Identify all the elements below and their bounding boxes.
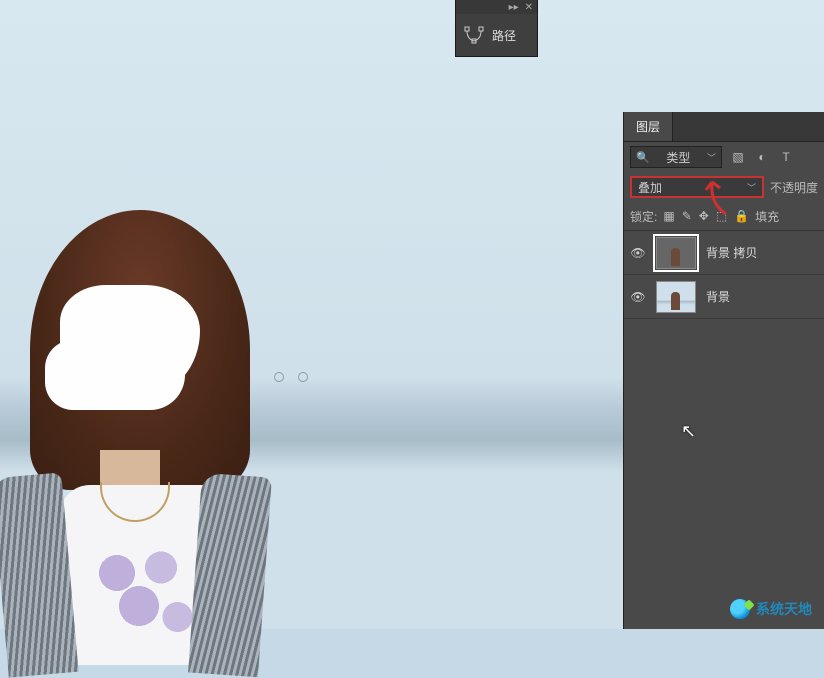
- panel-tabbar: 图层: [624, 112, 824, 142]
- opacity-label: 不透明度: [770, 179, 818, 196]
- lock-all-icon[interactable]: 🔒: [734, 209, 749, 223]
- close-icon[interactable]: ✕: [525, 2, 533, 13]
- layer-filter-row: 🔍 类型 ﹀ ▧ ◐ T: [624, 142, 824, 172]
- paths-panel: ▸▸ ✕ 路径: [455, 0, 538, 57]
- paths-panel-label: 路径: [492, 27, 516, 44]
- photo-subject: [0, 210, 300, 630]
- layers-panel: 图层 🔍 类型 ﹀ ▧ ◐ T 叠加 ﹀ 不透明度 锁定: ▦ ✎ ✥: [623, 112, 824, 629]
- search-icon: 🔍: [636, 151, 650, 164]
- filter-type-icon[interactable]: T: [778, 150, 794, 164]
- filter-type-label: 类型: [666, 149, 690, 166]
- blend-mode-dropdown[interactable]: 叠加 ﹀: [630, 176, 764, 198]
- fill-label: 填充: [755, 208, 779, 225]
- collapse-icon[interactable]: ▸▸: [509, 2, 519, 13]
- pen-path-icon: [464, 26, 484, 44]
- visibility-eye-icon[interactable]: 👁: [630, 246, 646, 260]
- chevron-down-icon: ﹀: [747, 181, 756, 194]
- filter-type-dropdown[interactable]: 🔍 类型 ﹀: [630, 146, 722, 168]
- layer-thumbnail[interactable]: [656, 237, 696, 269]
- lock-artboard-icon[interactable]: ⬚: [716, 209, 727, 223]
- blend-row: 叠加 ﹀ 不透明度: [624, 172, 824, 202]
- lock-transparency-icon[interactable]: ▦: [663, 209, 674, 223]
- visibility-eye-icon[interactable]: 👁: [630, 290, 646, 304]
- layer-thumbnail[interactable]: [656, 281, 696, 313]
- layer-item[interactable]: 👁 背景: [624, 275, 824, 319]
- layer-name[interactable]: 背景 拷贝: [706, 244, 757, 261]
- lock-pixels-icon[interactable]: ✎: [682, 209, 692, 223]
- layer-name[interactable]: 背景: [706, 288, 730, 305]
- layers-tab-label: 图层: [636, 118, 660, 135]
- watermark: 系统天地: [730, 599, 812, 619]
- blend-mode-value: 叠加: [638, 179, 662, 196]
- watermark-logo: [730, 599, 750, 619]
- filter-pixel-icon[interactable]: ▧: [730, 150, 746, 164]
- layer-item[interactable]: 👁 背景 拷贝: [624, 231, 824, 275]
- path-anchor-point[interactable]: [298, 372, 308, 382]
- filter-icons: ▧ ◐ T: [730, 150, 794, 164]
- paths-panel-header[interactable]: ▸▸ ✕: [456, 0, 537, 14]
- layers-list: 👁 背景 拷贝 👁 背景: [624, 230, 824, 319]
- lock-label: 锁定:: [630, 208, 657, 225]
- chevron-down-icon: ﹀: [707, 151, 716, 164]
- watermark-text: 系统天地: [756, 599, 812, 619]
- lock-position-icon[interactable]: ✥: [699, 209, 709, 223]
- lock-row: 锁定: ▦ ✎ ✥ ⬚ 🔒 填充: [624, 202, 824, 230]
- filter-adjustment-icon[interactable]: ◐: [754, 150, 770, 164]
- path-anchor-point[interactable]: [274, 372, 284, 382]
- paths-panel-body[interactable]: 路径: [456, 14, 537, 56]
- layers-tab[interactable]: 图层: [624, 112, 673, 141]
